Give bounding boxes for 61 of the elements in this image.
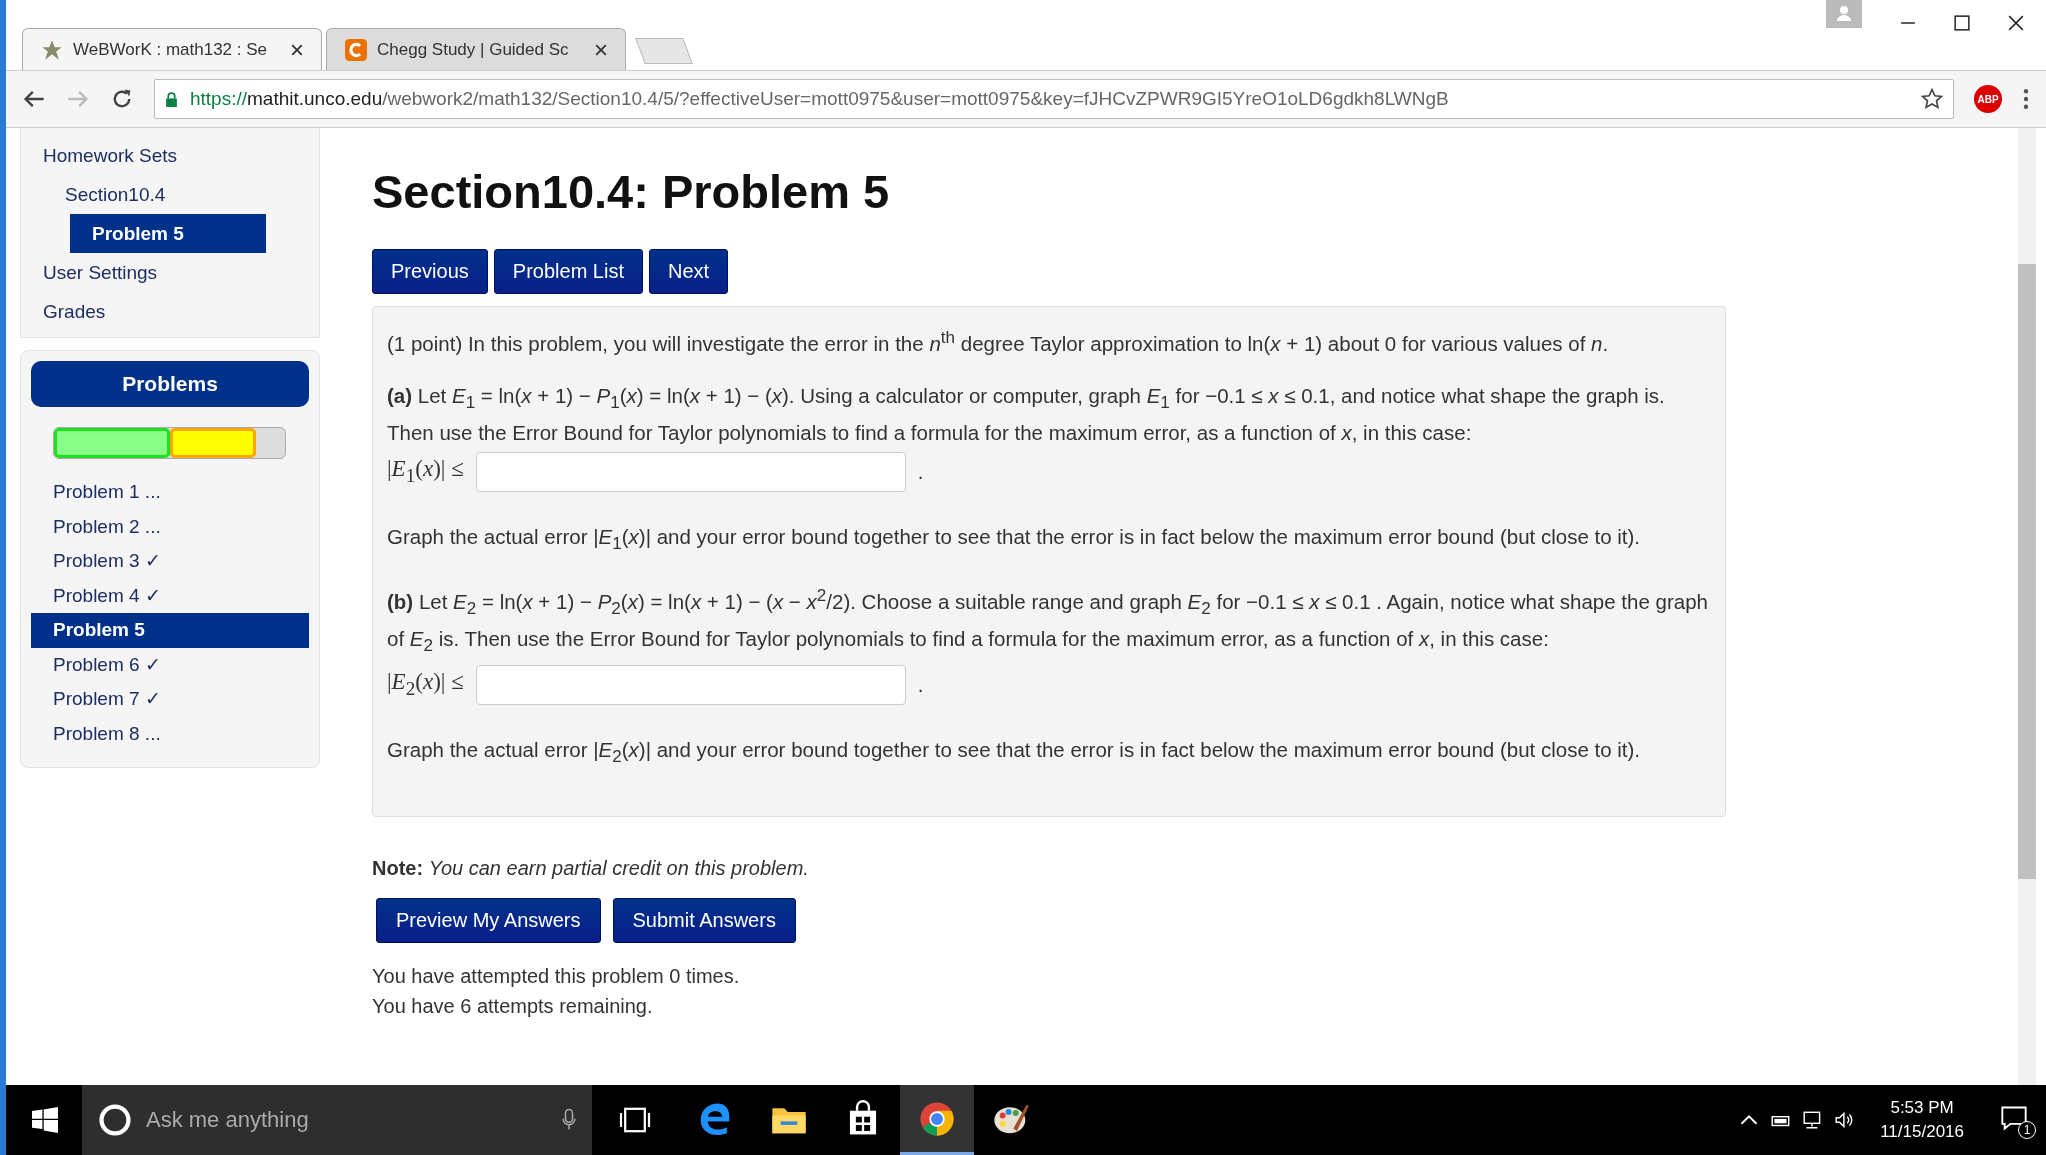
problems-header: Problems <box>31 361 309 407</box>
answer-label: |E$_{2}$(x)| ≤ <box>387 667 464 701</box>
problem-link[interactable]: Problem 4 ✓ <box>31 578 309 613</box>
chegg-logo-icon <box>345 38 367 61</box>
nav-button[interactable]: Problem List <box>493 249 643 294</box>
problem-text: (a) Let E$_{1}$ = ln(x + 1) − P$_{1}$(x) = ln(x + 1) − (x). Using a calculator or computer, graph E$_{1}$ for −0.1 ≤ x ≤ 0.1, and notice what shape the graph is. Then use the Error Bound for Taylor polynomials to find a formula for the maximum error, as a function of x, in this case: <box>387 382 1666 446</box>
scrollbar[interactable] <box>2018 128 2036 1085</box>
nav-link[interactable]: User Settings <box>21 253 158 292</box>
microphone-icon[interactable] <box>562 1108 576 1132</box>
problem-text: Graph the actual error |E$_{1}$(x)| and your error bound together to see that the error is in fact below the maximum error bound (but close to it). <box>387 523 1642 555</box>
submit-button[interactable]: Submit Answers <box>612 898 796 944</box>
problem-text: (b) Let E$_{2}$ = ln(x + 1) − P$_{2}$(x) = ln(x + 1) − (x − x$^{2}$/2). Choose a suitable range and graph E$_{2}$ for −0.1 ≤ x ≤ 0.1 . Again, notice what shape the graph of E$_{2}$ is. Then use the Error Bound for Taylor polynomials to find a formula for the maximum error, as a function of x, in this case: <box>387 585 1709 658</box>
extension-badge[interactable]: ABP <box>1974 85 2002 113</box>
search-bar[interactable]: Ask me anything <box>82 1085 592 1155</box>
close-icon[interactable] <box>2008 15 2024 31</box>
chrome-icon[interactable] <box>900 1085 974 1155</box>
page-title: Section10.4: Problem 5 <box>372 164 891 219</box>
problem-link[interactable]: Problem 1 ... <box>31 475 309 510</box>
close-icon[interactable] <box>595 43 607 56</box>
attempts-text: You have 6 attempts remaining. <box>372 994 654 1020</box>
nav-button[interactable]: Previous <box>372 249 488 294</box>
address-field[interactable]: https://mathit.unco.edu/webwork2/math132/Section10.4/5/?effectiveUser=mott0975&user=mott0975&key=fJHCvZPWR9GI5YreO1oLD6gdkh8LWNgB <box>154 79 1954 119</box>
submit-button[interactable]: Preview My Answers <box>376 898 601 944</box>
circle-icon <box>98 1103 132 1137</box>
start-icon[interactable] <box>32 1107 58 1133</box>
nav-link[interactable]: Homework Sets <box>21 136 178 175</box>
nav-link[interactable]: Problem 5 <box>70 214 266 253</box>
problem-link[interactable]: Problem 7 ✓ <box>31 682 309 717</box>
problem-link[interactable]: Problem 2 ... <box>31 509 309 544</box>
browser-tab[interactable]: WeBWorK : math132 : Se <box>22 28 322 70</box>
note-text: You can earn partial credit on this problem. <box>428 857 809 880</box>
search-input[interactable]: Ask me anything <box>144 1106 550 1134</box>
answer-label: |E$_{1}$(x)| ≤ <box>387 454 464 488</box>
bookmark-star-icon[interactable] <box>1921 88 1943 110</box>
answer-field[interactable] <box>475 451 906 492</box>
close-icon[interactable] <box>291 43 303 56</box>
url-text: https://mathit.unco.edu/webwork2/math132/Section10.4/5/?effectiveUser=mott0975&user=mott0975&key=fJHCvZPWR9GI5YreO1oLD6gdkh8LWNgB <box>190 88 1450 110</box>
tab-title: WeBWorK : math132 : Se <box>73 39 268 60</box>
problem-link[interactable]: Problem 5 <box>31 613 309 648</box>
clock-date[interactable]: 11/15/2016 <box>1880 1120 1964 1144</box>
menu-icon[interactable] <box>2022 88 2030 110</box>
task-view-icon[interactable] <box>618 1106 652 1134</box>
attempts-text: You have attempted this problem 0 times. <box>372 964 741 990</box>
answer-period: . <box>917 672 924 699</box>
answer-field[interactable] <box>475 665 906 706</box>
notification-count: 1 <box>2018 1121 2036 1139</box>
problem-text: Graph the actual error |E$_{2}$(x)| and your error bound together to see that the error is in fact below the maximum error bound (but close to it). <box>387 737 1642 769</box>
maximize-icon[interactable] <box>1954 15 1970 31</box>
nav-link[interactable]: Section10.4 <box>21 175 166 214</box>
nav-link[interactable]: Grades <box>21 292 106 331</box>
answer-period: . <box>917 458 924 485</box>
problem-link[interactable]: Problem 6 ✓ <box>31 647 309 682</box>
nav-button[interactable]: Next <box>648 249 729 294</box>
note-label: Note: <box>372 857 424 880</box>
problem-text: (1 point) In this problem, you will investigate the error in the n$^{th}$ degree Taylor approximation to ln(x + 1) about 0 for various values of n. <box>387 327 1610 357</box>
problem-link[interactable]: Problem 8 ... <box>31 716 309 751</box>
tab-title: Chegg Study | Guided Sc <box>377 39 570 60</box>
lock-icon <box>165 91 178 107</box>
problem-link[interactable]: Problem 3 ✓ <box>31 544 309 579</box>
browser-tab[interactable]: Chegg Study | Guided Sc <box>326 28 626 70</box>
clock-time[interactable]: 5:53 PM <box>1890 1096 1954 1120</box>
